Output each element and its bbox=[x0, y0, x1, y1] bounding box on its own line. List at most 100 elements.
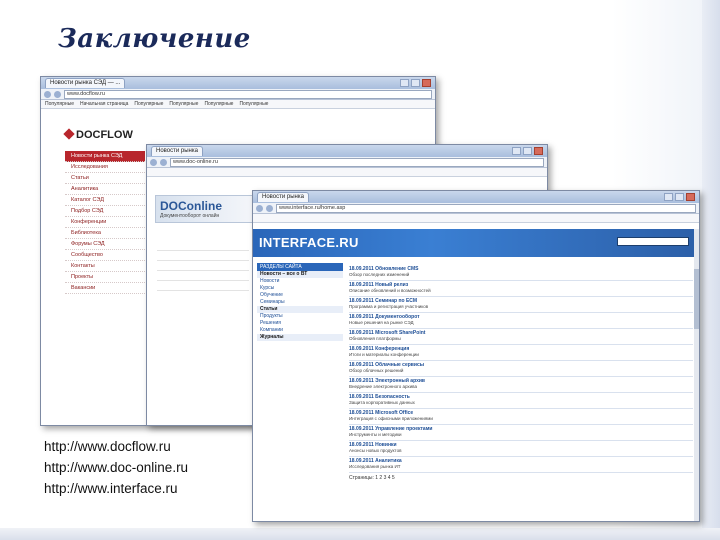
list-item[interactable] bbox=[157, 281, 249, 291]
news-item[interactable]: 18.09.2011 Документооборот Новые решения … bbox=[349, 313, 693, 329]
nav-item[interactable]: Компании bbox=[257, 327, 343, 334]
minimize-icon[interactable] bbox=[400, 79, 409, 87]
docflow-logo[interactable]: DOCFLOW bbox=[63, 125, 133, 143]
pagination[interactable]: Страницы: 1 2 3 4 5 bbox=[349, 475, 395, 481]
interface-left-nav: РАЗДЕЛЫ САЙТА Новости – все о ВТ Новости… bbox=[257, 263, 343, 341]
window-titlebar: Новости рынка bbox=[253, 191, 699, 203]
nav-item[interactable]: Обучение bbox=[257, 292, 343, 299]
news-item[interactable]: 18.09.2011 Облачные сервисы Обзор облачны… bbox=[349, 361, 693, 377]
bookmark-item[interactable]: Начальная страница bbox=[80, 101, 128, 107]
bookmark-item[interactable]: Популярные bbox=[239, 101, 268, 107]
close-icon[interactable] bbox=[422, 79, 431, 87]
back-icon[interactable] bbox=[256, 204, 263, 212]
news-item[interactable]: 18.09.2011 Microsoft SharePoint Обновлени… bbox=[349, 329, 693, 345]
decorative-bottom-rail bbox=[0, 528, 720, 540]
browser-tab[interactable]: Новости рынка bbox=[257, 192, 309, 202]
news-description: Анонсы новых продуктов bbox=[349, 448, 402, 453]
minimize-icon[interactable] bbox=[512, 147, 521, 155]
interface-logo[interactable]: INTERFACE.RU bbox=[259, 235, 359, 250]
news-item[interactable]: 18.09.2011 Новинки Анонсы новых продуктов bbox=[349, 441, 693, 457]
window-controls bbox=[512, 147, 543, 155]
menu-item[interactable]: Новости рынка СЭД bbox=[65, 151, 145, 162]
menu-item[interactable]: Сообщество bbox=[65, 250, 145, 261]
news-item[interactable]: 18.09.2011 Microsoft Office Интеграция с … bbox=[349, 409, 693, 425]
scrollbar-thumb[interactable] bbox=[694, 269, 699, 329]
window-controls bbox=[400, 79, 431, 87]
nav-header: РАЗДЕЛЫ САЙТА bbox=[257, 263, 343, 271]
news-item[interactable]: 18.09.2011 Управление проектами Инструмен… bbox=[349, 425, 693, 441]
url-input[interactable]: www.doc-online.ru bbox=[170, 157, 544, 167]
nav-item[interactable]: Новости bbox=[257, 278, 343, 285]
menu-item[interactable]: Аналитика bbox=[65, 184, 145, 195]
maximize-icon[interactable] bbox=[411, 79, 420, 87]
menu-item[interactable]: Исследования bbox=[65, 162, 145, 173]
news-item[interactable]: 18.09.2011 Конференция Итоги и материалы … bbox=[349, 345, 693, 361]
browser-window-interface: Новости рынка www.interface.ru/home.asp … bbox=[252, 190, 700, 522]
menu-item[interactable]: Конференции bbox=[65, 217, 145, 228]
menu-item[interactable]: Контакты bbox=[65, 261, 145, 272]
news-description: Обновления платформы bbox=[349, 336, 401, 341]
bookmark-item[interactable]: Популярные bbox=[204, 101, 233, 107]
nav-item[interactable]: Решения bbox=[257, 320, 343, 327]
news-item[interactable]: 18.09.2011 Новый релиз Описание обновлени… bbox=[349, 281, 693, 297]
minimize-icon[interactable] bbox=[664, 193, 673, 201]
menu-item[interactable]: Вакансии bbox=[65, 283, 145, 294]
bookmarks-bar bbox=[147, 168, 547, 177]
menu-item[interactable]: Каталог СЭД bbox=[65, 195, 145, 206]
url-input[interactable]: www.interface.ru/home.asp bbox=[276, 203, 696, 213]
menu-item[interactable]: Библиотека bbox=[65, 228, 145, 239]
list-item[interactable] bbox=[157, 261, 249, 271]
nav-item[interactable]: Курсы bbox=[257, 285, 343, 292]
forward-icon[interactable] bbox=[54, 90, 61, 98]
news-description: Программа и регистрация участников bbox=[349, 304, 429, 309]
back-icon[interactable] bbox=[150, 158, 157, 166]
link-docflow[interactable]: http://www.docflow.ru bbox=[44, 436, 188, 457]
nav-item[interactable]: Семинары bbox=[257, 299, 343, 306]
nav-item[interactable]: Продукты bbox=[257, 313, 343, 320]
news-item[interactable]: 18.09.2011 Электронный архив Внедрение эл… bbox=[349, 377, 693, 393]
decorative-right-rail bbox=[702, 0, 720, 540]
menu-item[interactable]: Проекты bbox=[65, 272, 145, 283]
news-item[interactable]: 18.09.2011 Безопасность Защита корпоратив… bbox=[349, 393, 693, 409]
bookmarks-bar bbox=[253, 214, 699, 223]
link-doconline[interactable]: http://www.doc-online.ru bbox=[44, 457, 188, 478]
address-bar: www.doc-online.ru bbox=[147, 157, 547, 168]
list-item[interactable] bbox=[157, 271, 249, 281]
news-description: Интеграция с офисными приложениями bbox=[349, 416, 433, 421]
link-interface[interactable]: http://www.interface.ru bbox=[44, 478, 188, 499]
news-description: Обзор последних изменений bbox=[349, 272, 410, 277]
news-item[interactable]: 18.09.2011 Обновление CMS Обзор последних… bbox=[349, 265, 693, 281]
site-search-input[interactable] bbox=[617, 237, 689, 246]
forward-icon[interactable] bbox=[266, 204, 273, 212]
back-icon[interactable] bbox=[44, 90, 51, 98]
bookmark-item[interactable]: Популярные bbox=[45, 101, 74, 107]
url-input[interactable]: www.docflow.ru bbox=[64, 89, 432, 99]
maximize-icon[interactable] bbox=[523, 147, 532, 155]
news-item[interactable]: 18.09.2011 Семинар по ECM Программа и рег… bbox=[349, 297, 693, 313]
news-description: Описание обновлений и возможностей bbox=[349, 288, 431, 293]
menu-item[interactable]: Форумы СЭД bbox=[65, 239, 145, 250]
close-icon[interactable] bbox=[534, 147, 543, 155]
browser-tab[interactable]: Новости рынка bbox=[151, 146, 203, 156]
bookmark-item[interactable]: Популярные bbox=[169, 101, 198, 107]
menu-item[interactable]: Подбор СЭД bbox=[65, 206, 145, 217]
menu-item[interactable]: Статьи bbox=[65, 173, 145, 184]
doconline-left-column bbox=[157, 241, 249, 291]
nav-section[interactable]: Новости – все о ВТ bbox=[257, 271, 343, 278]
banner-title: DOConline bbox=[160, 199, 222, 213]
list-item[interactable] bbox=[157, 241, 249, 251]
list-item[interactable] bbox=[157, 251, 249, 261]
nav-section[interactable]: Статьи bbox=[257, 306, 343, 313]
doconline-banner[interactable]: DOConline Документооборот онлайн bbox=[155, 195, 253, 223]
nav-section[interactable]: Журналы bbox=[257, 334, 343, 341]
scrollbar[interactable] bbox=[694, 229, 699, 521]
maximize-icon[interactable] bbox=[675, 193, 684, 201]
close-icon[interactable] bbox=[686, 193, 695, 201]
news-item[interactable]: 18.09.2011 Аналитика Исследования рынка И… bbox=[349, 457, 693, 473]
news-description: Итоги и материалы конференции bbox=[349, 352, 419, 357]
bookmark-item[interactable]: Популярные bbox=[134, 101, 163, 107]
browser-tab[interactable]: Новости рынка СЭД — ... bbox=[45, 78, 126, 88]
forward-icon[interactable] bbox=[160, 158, 167, 166]
banner-subtitle: Документооборот онлайн bbox=[160, 213, 220, 219]
slide-title: Заключение bbox=[58, 24, 251, 54]
